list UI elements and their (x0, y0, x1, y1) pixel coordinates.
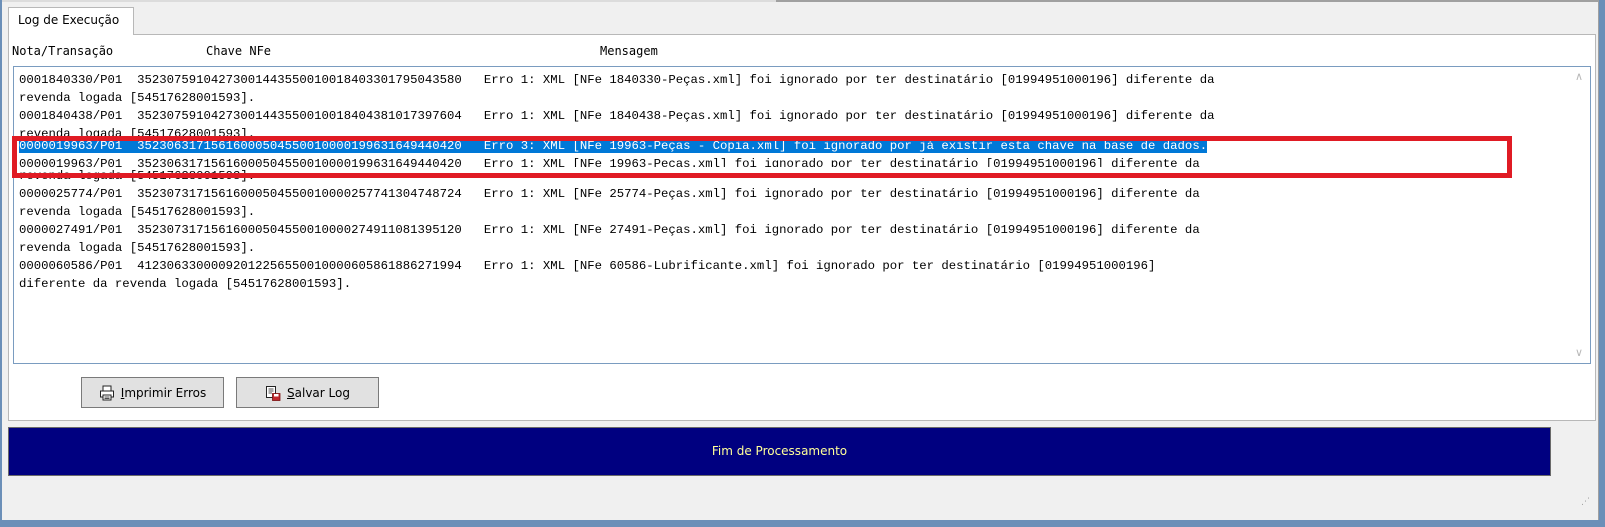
column-header-mensagem: Mensagem (600, 44, 658, 58)
log-line-text: 0000060586/P01 4123063300009201225655001… (19, 259, 1156, 273)
column-header-chave: Chave NFe (206, 44, 272, 58)
save-log-icon (266, 385, 281, 401)
log-line[interactable]: 0000027491/P01 3523073171561600050455001… (19, 221, 1560, 239)
window-left-border (0, 0, 2, 527)
save-log-label: Salvar Log (287, 385, 350, 400)
log-line-text: diferente da revenda logada [54517628001… (19, 277, 352, 291)
print-errors-label: Imprimir Erros (120, 385, 207, 400)
tab-log-de-execucao[interactable]: Log de Execução (8, 7, 134, 35)
tab-label: Log de Execução (18, 13, 120, 27)
log-line[interactable]: 0000060586/P01 4123063300009201225655001… (19, 257, 1560, 275)
window-top-edge-right (776, 0, 1605, 2)
save-log-button[interactable]: Salvar Log (236, 377, 379, 408)
print-errors-button[interactable]: Imprimir Erros (81, 377, 224, 408)
log-line-text: 0001840438/P01 3523075910427300144355001… (19, 109, 1215, 123)
log-line-text: revenda logada [54517628001593]. (19, 241, 256, 255)
log-line-text: 0000025774/P01 3523073171561600050455001… (19, 187, 1200, 201)
chevron-up-icon[interactable]: ∧ (1568, 67, 1590, 87)
printer-icon (99, 385, 114, 400)
window-right-border (1598, 0, 1605, 527)
log-line-text: revenda logada [54517628001593]. (19, 91, 256, 105)
log-line[interactable]: 0001840330/P01 3523075910427300144355001… (19, 71, 1560, 89)
log-line[interactable]: revenda logada [54517628001593]. (19, 203, 1560, 221)
chevron-down-icon[interactable]: ∨ (1568, 343, 1590, 363)
log-list[interactable]: 0001840330/P01 3523075910427300144355001… (13, 66, 1591, 364)
log-line-text: 0001840330/P01 3523075910427300144355001… (19, 73, 1215, 87)
log-line-text: revenda logada [54517628001593]. (19, 205, 256, 219)
log-line[interactable]: revenda logada [54517628001593]. (19, 239, 1560, 257)
status-text: Fim de Processamento (711, 444, 848, 458)
log-line-text: 0000027491/P01 3523073171561600050455001… (19, 223, 1200, 237)
vertical-scrollbar[interactable]: ∧ ∨ (1568, 67, 1590, 363)
resize-grip-icon[interactable]: ⋰ (1581, 497, 1591, 507)
log-line[interactable]: diferente da revenda logada [54517628001… (19, 275, 1560, 293)
log-line[interactable]: 0000025774/P01 3523073171561600050455001… (19, 185, 1560, 203)
status-bar: Fim de Processamento (8, 427, 1551, 476)
log-lines: 0001840330/P01 3523075910427300144355001… (19, 71, 1560, 293)
column-header-nota: Nota/Transação (12, 44, 114, 58)
log-line[interactable]: 0001840438/P01 3523075910427300144355001… (19, 107, 1560, 125)
log-line[interactable]: revenda logada [54517628001593]. (19, 89, 1560, 107)
highlight-annotation-box (12, 136, 1512, 178)
window-bottom-border (0, 520, 1605, 527)
